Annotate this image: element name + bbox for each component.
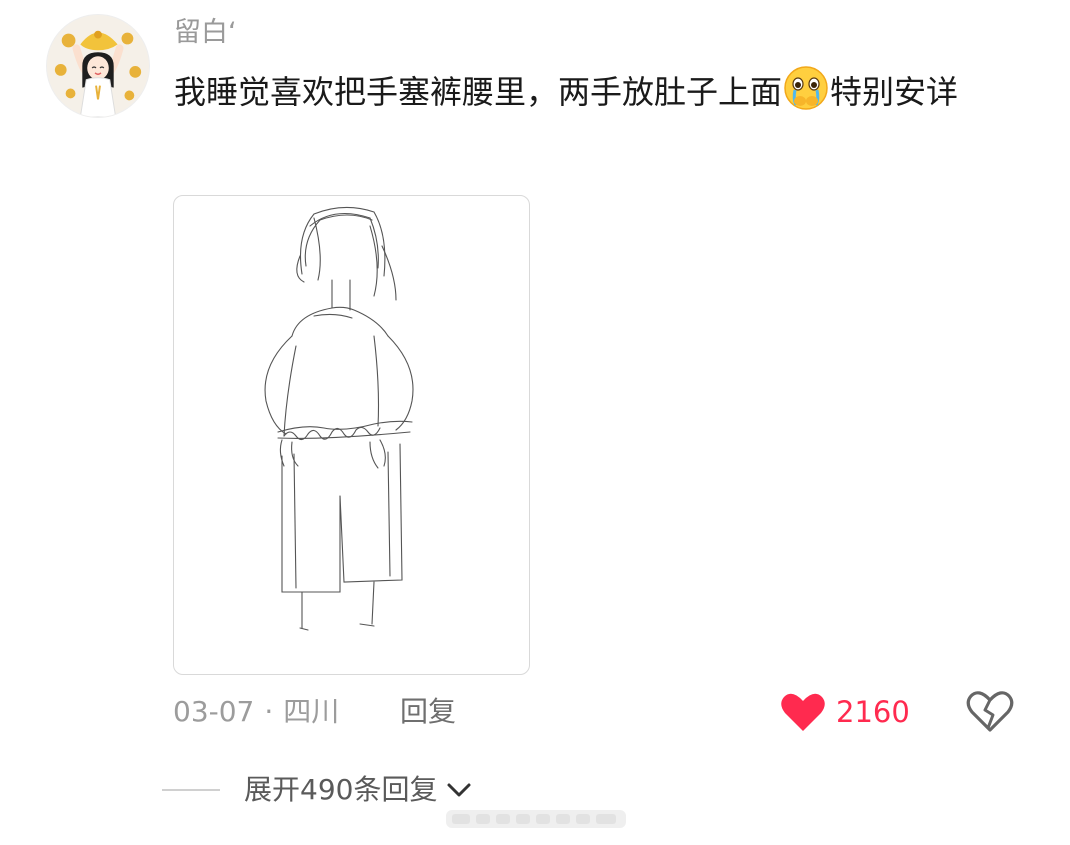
meta-separator: · xyxy=(264,695,274,728)
comment-text-part2: 特别安详 xyxy=(830,73,959,111)
stick-figure-sketch xyxy=(264,206,414,631)
like-button[interactable]: 2160 xyxy=(780,688,910,736)
avatar[interactable] xyxy=(46,14,150,118)
comment-date: 03-07 xyxy=(173,695,255,728)
divider-line xyxy=(162,789,220,791)
comment-text: 我睡觉喜欢把手塞裤腰里，两手放肚子上面 特别安详 xyxy=(174,62,1014,122)
crying-face-emoji xyxy=(783,65,829,111)
expand-replies-label: 展开490条回复 xyxy=(244,773,438,806)
dislike-button[interactable] xyxy=(965,688,1015,734)
chevron-down-icon xyxy=(447,783,471,797)
expand-replies-button[interactable]: 展开490条回复 xyxy=(162,770,475,810)
comment-image[interactable] xyxy=(173,195,530,675)
broken-heart-icon xyxy=(966,691,1014,732)
reply-button[interactable]: 回复 xyxy=(400,692,456,732)
watermark xyxy=(446,810,626,828)
avatar-illustration xyxy=(47,15,149,117)
comment-meta: 03-07 · 四川 xyxy=(173,692,339,732)
comment-location: 四川 xyxy=(283,695,340,728)
heart-icon xyxy=(781,693,825,731)
comment-text-part1: 我睡觉喜欢把手塞裤腰里，两手放肚子上面 xyxy=(174,73,783,111)
username[interactable]: 留白‘ xyxy=(174,15,237,51)
like-count: 2160 xyxy=(836,695,910,729)
